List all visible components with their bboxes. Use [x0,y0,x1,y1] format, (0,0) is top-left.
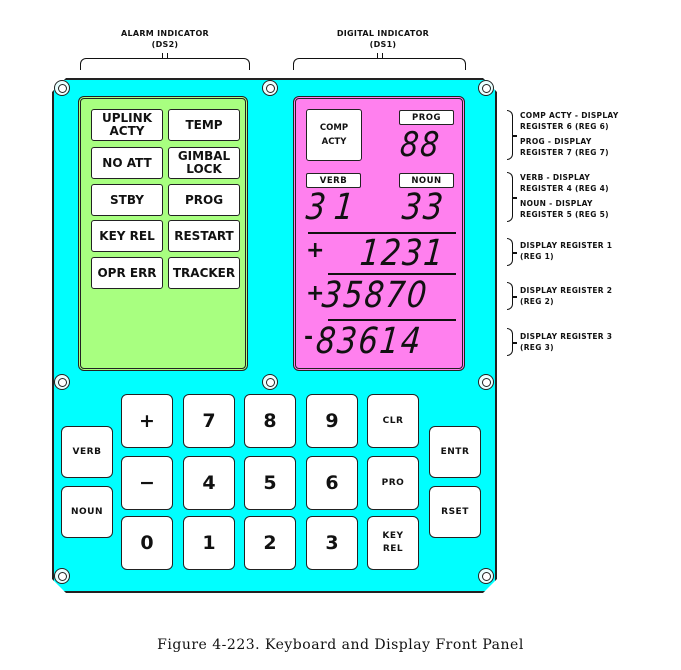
key-8[interactable]: 8 [244,394,296,448]
register-1-sign: + [306,238,325,263]
annotation-reg-1: DISPLAY REGISTER 1 (REG 1) [520,241,613,261]
key-3[interactable]: 3 [306,516,358,570]
key-entr[interactable]: ENTR [429,426,481,478]
lamp-temp: TEMP [168,109,240,141]
prog-value: 88 [398,125,443,165]
digital-indicator-header: DIGITAL INDICATOR (DS1) [318,28,448,50]
key-6[interactable]: 6 [306,456,358,510]
key-4[interactable]: 4 [183,456,235,510]
key-pro[interactable]: PRO [367,456,419,510]
register-1-value: 1231 [358,233,447,274]
annotation-reg-4: VERB - DISPLAY REGISTER 4 (REG 4) [520,173,609,193]
digital-indicator-title: DIGITAL INDICATOR [336,29,430,38]
screw-icon [54,374,70,390]
verb-label: VERB [306,173,361,188]
annotation-brace [507,282,517,310]
digital-indicator-code: (DS1) [369,40,397,49]
register-3-sign: - [304,325,314,350]
figure-caption: Figure 4-223. Keyboard and Display Front… [157,637,524,653]
alarm-indicator-title: ALARM INDICATOR [120,29,210,38]
lamp-prog: PROG [168,184,240,216]
key-verb[interactable]: VERB [61,426,113,478]
key-0[interactable]: 0 [121,516,173,570]
key-7[interactable]: 7 [183,394,235,448]
annotation-reg-6: COMP ACTY - DISPLAY REGISTER 6 (REG 6) [520,111,619,131]
noun-label: NOUN [399,173,454,188]
lamp-stby: STBY [91,184,163,216]
screw-icon [54,80,70,96]
key-key-rel[interactable]: KEY REL [367,516,419,570]
annotation-reg-7: PROG - DISPLAY REGISTER 7 (REG 7) [520,137,609,157]
lamp-gimbal-lock: GIMBAL LOCK [168,147,240,179]
key-plus[interactable]: + [121,394,173,448]
digital-indicator-brace [293,53,466,70]
register-2-value: 35870 [320,275,430,316]
alarm-indicator-brace [80,53,250,70]
lamp-key-rel: KEY REL [91,220,163,252]
alarm-indicator-code: (DS2) [151,40,179,49]
screw-icon [54,568,70,584]
lamp-uplink-acty: UPLINK ACTY [91,109,163,141]
key-5[interactable]: 5 [244,456,296,510]
screw-icon [478,80,494,96]
annotation-brace [507,172,517,222]
key-noun[interactable]: NOUN [61,486,113,538]
screw-icon [262,80,278,96]
noun-value: 33 [400,187,447,228]
comp-acty-lamp: COMP ACTY [306,109,362,161]
screw-icon [262,374,278,390]
screw-icon [478,568,494,584]
key-9[interactable]: 9 [306,394,358,448]
alarm-indicator-panel: UPLINK ACTY TEMP NO ATT GIMBAL LOCK STBY… [78,96,248,371]
key-clr[interactable]: CLR [367,394,419,448]
annotation-reg-3: DISPLAY REGISTER 3 (REG 3) [520,332,613,352]
lamp-no-att: NO ATT [91,147,163,179]
annotation-brace [507,328,517,356]
prog-label: PROG [399,110,454,125]
register-3-value: 83614 [314,321,424,362]
annotation-reg-5: NOUN - DISPLAY REGISTER 5 (REG 5) [520,199,609,219]
key-1[interactable]: 1 [183,516,235,570]
annotation-reg-2: DISPLAY REGISTER 2 (REG 2) [520,286,613,306]
alarm-indicator-header: ALARM INDICATOR (DS2) [100,28,230,50]
screw-icon [478,374,494,390]
digital-indicator-panel: COMP ACTY PROG 88 VERB NOUN 31 33 + 1231… [293,96,465,371]
key-rset[interactable]: RSET [429,486,481,538]
lamp-tracker: TRACKER [168,257,240,289]
key-2[interactable]: 2 [244,516,296,570]
annotation-brace [507,110,517,160]
lamp-opr-err: OPR ERR [91,257,163,289]
annotation-brace [507,238,517,266]
lamp-restart: RESTART [168,220,240,252]
verb-value: 31 [304,187,364,228]
key-minus[interactable]: − [121,456,173,510]
